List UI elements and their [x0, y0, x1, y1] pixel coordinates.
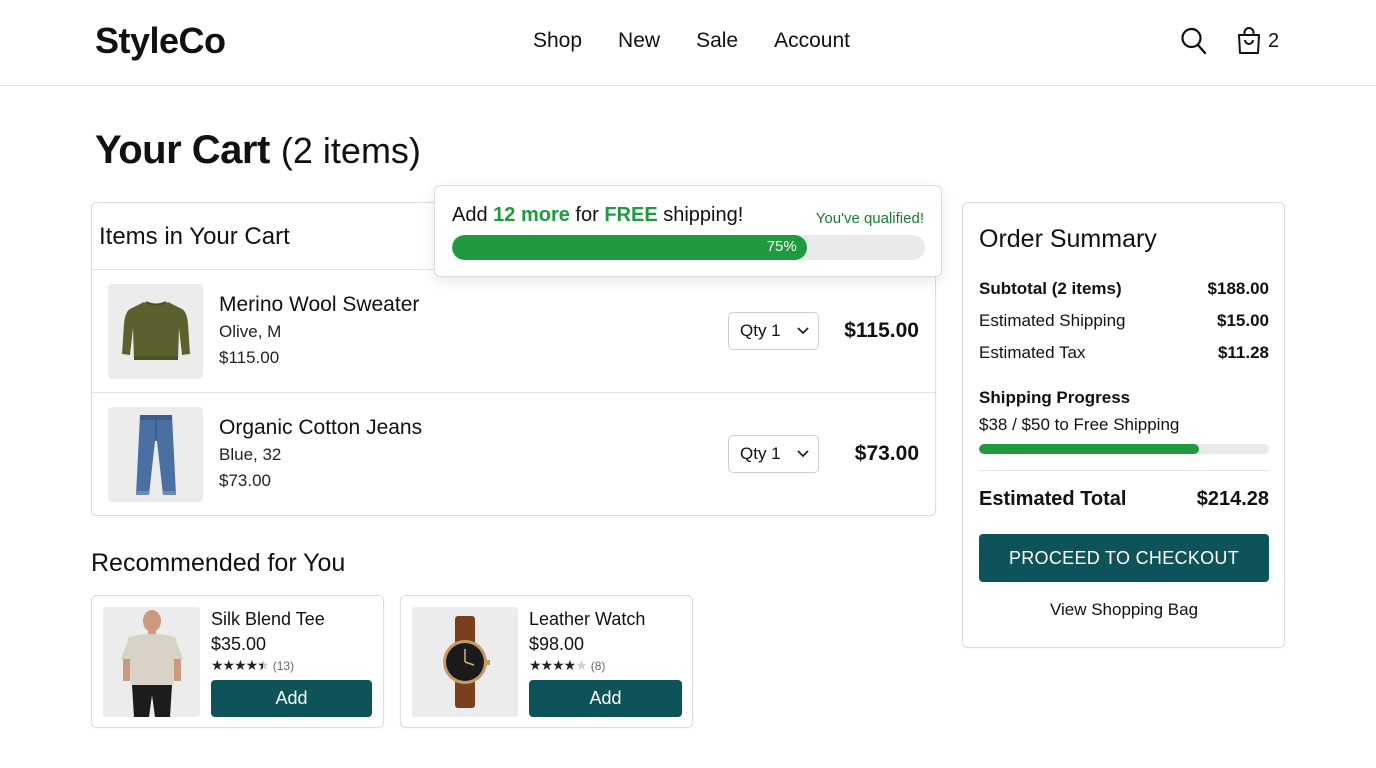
recommended-card: Leather Watch $98.00 ★★★★★ (8) Add [400, 595, 693, 728]
cart-item: Organic Cotton Jeans Blue, 32 $73.00 Qty… [92, 393, 935, 516]
quantity-value: Qty 1 [740, 321, 781, 340]
product-name[interactable]: Leather Watch [529, 609, 645, 630]
message-suffix: shipping! [657, 204, 744, 226]
checkout-button[interactable]: PROCEED TO CHECKOUT [979, 534, 1269, 582]
cart-count-badge: 2 [1268, 29, 1280, 52]
product-image-tee[interactable] [103, 607, 200, 717]
view-shopping-bag-link[interactable]: View Shopping Bag [979, 600, 1269, 620]
nav-new[interactable]: New [618, 29, 660, 53]
total-row: Estimated Total $214.28 [979, 488, 1269, 511]
amount-remaining: 12 more [493, 204, 570, 226]
chevron-down-icon [796, 450, 809, 458]
add-to-cart-button[interactable]: Add [529, 680, 682, 717]
product-image-watch[interactable] [412, 607, 518, 717]
item-name[interactable]: Merino Wool Sweater [219, 293, 419, 317]
message-mid: for [569, 204, 605, 226]
subtotal-value: $188.00 [1207, 279, 1269, 298]
shipping-progress-bar [979, 444, 1269, 454]
total-label: Estimated Total [979, 488, 1127, 510]
tax-row: Estimated Tax $11.28 [979, 343, 1269, 363]
item-line-total: $73.00 [854, 442, 919, 465]
quantity-select[interactable]: Qty 1 [728, 312, 819, 350]
nav-shop[interactable]: Shop [533, 29, 582, 53]
star-rating-icon: ★★★★★★ [211, 657, 270, 673]
order-summary-title: Order Summary [979, 225, 1157, 253]
free-shipping-progress-bar: 75% [452, 235, 925, 260]
product-price: $98.00 [529, 634, 585, 654]
page-title-text: Your Cart [95, 128, 270, 172]
divider [979, 470, 1269, 471]
page-title: Your Cart (2 items) [95, 128, 421, 173]
qualified-text: You've qualified! [815, 210, 924, 227]
review-count: (8) [590, 658, 606, 673]
review-count: (13) [272, 658, 295, 673]
product-price: $35.00 [211, 634, 267, 654]
main-nav: Shop New Sale Account [533, 29, 850, 53]
product-image-jeans[interactable] [108, 407, 203, 502]
product-image-sweater[interactable] [108, 284, 203, 379]
message-prefix: Add [452, 204, 494, 226]
progress-fill: 75% [452, 235, 807, 260]
total-value: $214.28 [1196, 488, 1269, 510]
search-icon[interactable] [1180, 26, 1208, 56]
subtotal-label: Subtotal (2 items) [979, 279, 1122, 298]
nav-sale[interactable]: Sale [696, 29, 738, 53]
quantity-value: Qty 1 [740, 444, 781, 463]
item-variant: Olive, M [219, 322, 282, 341]
item-variant: Blue, 32 [219, 445, 282, 464]
shipping-progress-fill [979, 444, 1200, 454]
nav-account[interactable]: Account [774, 29, 850, 53]
item-name[interactable]: Organic Cotton Jeans [219, 416, 422, 440]
subtotal-row: Subtotal (2 items) $188.00 [979, 279, 1269, 299]
recommended-heading: Recommended for You [91, 549, 346, 577]
shipping-row: Estimated Shipping $15.00 [979, 311, 1269, 331]
star-rating-icon: ★★★★★ [529, 657, 588, 673]
free-shipping-banner: Add 12 more for FREE shipping! You've qu… [434, 185, 942, 277]
add-to-cart-button[interactable]: Add [211, 680, 372, 717]
item-unit-price: $115.00 [219, 348, 280, 367]
cart-item: Merino Wool Sweater Olive, M $115.00 Qty… [92, 270, 935, 393]
recommended-card: Silk Blend Tee $35.00 ★★★★★★ (13) Add [91, 595, 384, 728]
cart-button[interactable]: 2 [1236, 26, 1279, 56]
free-label: FREE [604, 204, 658, 226]
product-name[interactable]: Silk Blend Tee [211, 609, 325, 630]
progress-percent: 75% [766, 238, 797, 255]
shipping-value: $15.00 [1217, 311, 1269, 330]
tax-value: $11.28 [1217, 343, 1269, 362]
item-unit-price: $73.00 [219, 471, 271, 490]
shopping-bag-icon [1236, 26, 1262, 56]
quantity-select[interactable]: Qty 1 [728, 435, 819, 473]
product-rating: ★★★★★★ (13) [211, 657, 294, 674]
shipping-progress-text: $38 / $50 to Free Shipping [979, 415, 1180, 434]
order-summary: Order Summary Subtotal (2 items) $188.00… [962, 202, 1285, 648]
shipping-progress-title: Shipping Progress [979, 388, 1131, 407]
shipping-label: Estimated Shipping [979, 311, 1126, 330]
free-shipping-message: Add 12 more for FREE shipping! [452, 204, 743, 227]
item-line-total: $115.00 [844, 319, 919, 342]
chevron-down-icon [796, 327, 809, 335]
page-title-count: (2 items) [280, 130, 421, 171]
logo[interactable]: StyleCo [95, 20, 226, 62]
product-rating: ★★★★★ (8) [529, 657, 605, 674]
site-header: StyleCo Shop New Sale Account 2 [0, 0, 1376, 86]
header-actions: 2 [1180, 26, 1279, 56]
tax-label: Estimated Tax [979, 343, 1086, 362]
